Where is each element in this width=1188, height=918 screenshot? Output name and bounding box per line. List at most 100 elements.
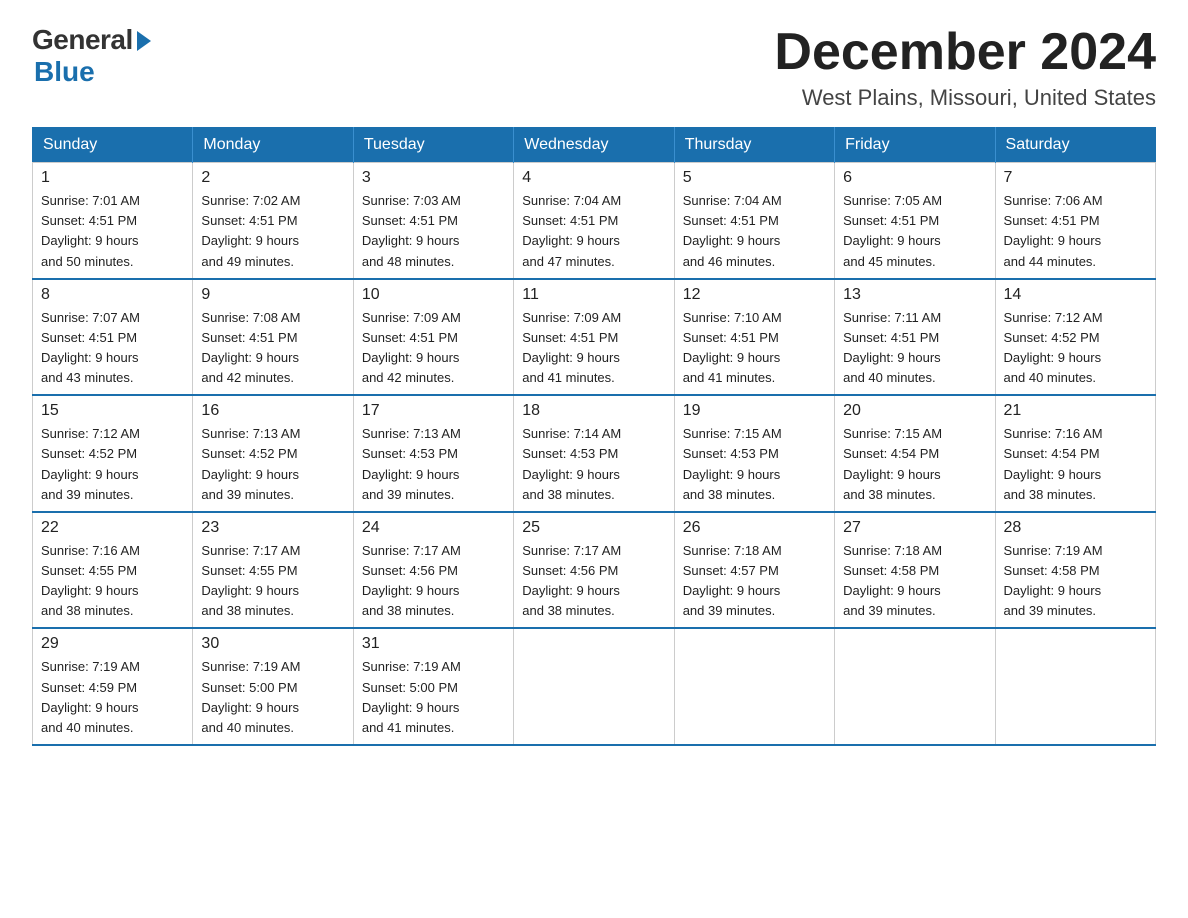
day-info: Sunrise: 7:17 AMSunset: 4:56 PMDaylight:… (522, 541, 665, 622)
day-number: 19 (683, 402, 826, 420)
calendar-cell: 18Sunrise: 7:14 AMSunset: 4:53 PMDayligh… (514, 395, 674, 512)
day-info: Sunrise: 7:12 AMSunset: 4:52 PMDaylight:… (1004, 308, 1147, 389)
day-info: Sunrise: 7:08 AMSunset: 4:51 PMDaylight:… (201, 308, 344, 389)
day-info: Sunrise: 7:16 AMSunset: 4:54 PMDaylight:… (1004, 424, 1147, 505)
day-number: 4 (522, 169, 665, 187)
calendar-cell: 25 Sunrise: 7:17 AMSunset: 4:56 PMDayligh… (514, 512, 674, 629)
calendar-week-row: 22Sunrise: 7:16 AMSunset: 4:55 PMDayligh… (33, 512, 1156, 629)
day-info: Sunrise: 7:13 AMSunset: 4:52 PMDaylight:… (201, 424, 344, 505)
day-number: 28 (1004, 519, 1147, 537)
weekday-header-friday: Friday (835, 128, 995, 163)
day-number: 10 (362, 286, 505, 304)
day-number: 27 (843, 519, 986, 537)
day-number: 16 (201, 402, 344, 420)
day-number: 18 (522, 402, 665, 420)
weekday-header-thursday: Thursday (674, 128, 834, 163)
day-info: Sunrise: 7:18 AMSunset: 4:57 PMDaylight:… (683, 541, 826, 622)
calendar-cell (514, 628, 674, 745)
calendar-week-row: 1 Sunrise: 7:01 AMSunset: 4:51 PMDaylight… (33, 163, 1156, 279)
day-info: Sunrise: 7:02 AMSunset: 4:51 PMDaylight:… (201, 191, 344, 272)
day-info: Sunrise: 7:11 AMSunset: 4:51 PMDaylight:… (843, 308, 986, 389)
day-info: Sunrise: 7:17 AMSunset: 4:55 PMDaylight:… (201, 541, 344, 622)
calendar-cell: 8 Sunrise: 7:07 AMSunset: 4:51 PMDaylight… (33, 279, 193, 396)
calendar-cell: 2 Sunrise: 7:02 AMSunset: 4:51 PMDaylight… (193, 163, 353, 279)
calendar-cell: 17Sunrise: 7:13 AMSunset: 4:53 PMDayligh… (353, 395, 513, 512)
calendar-cell: 5 Sunrise: 7:04 AMSunset: 4:51 PMDaylight… (674, 163, 834, 279)
day-number: 7 (1004, 169, 1147, 187)
weekday-header-tuesday: Tuesday (353, 128, 513, 163)
day-number: 26 (683, 519, 826, 537)
calendar-cell (995, 628, 1155, 745)
day-info: Sunrise: 7:09 AMSunset: 4:51 PMDaylight:… (522, 308, 665, 389)
page-header: General Blue December 2024 West Plains, … (32, 24, 1156, 111)
calendar-cell: 24 Sunrise: 7:17 AMSunset: 4:56 PMDayligh… (353, 512, 513, 629)
logo: General Blue (32, 24, 151, 88)
day-number: 13 (843, 286, 986, 304)
calendar-cell: 19 Sunrise: 7:15 AMSunset: 4:53 PMDayligh… (674, 395, 834, 512)
day-number: 21 (1004, 402, 1147, 420)
calendar-cell: 6Sunrise: 7:05 AMSunset: 4:51 PMDaylight… (835, 163, 995, 279)
day-number: 3 (362, 169, 505, 187)
day-number: 31 (362, 635, 505, 653)
day-number: 12 (683, 286, 826, 304)
day-number: 15 (41, 402, 184, 420)
day-number: 6 (843, 169, 986, 187)
day-info: Sunrise: 7:04 AMSunset: 4:51 PMDaylight:… (683, 191, 826, 272)
day-number: 25 (522, 519, 665, 537)
day-number: 30 (201, 635, 344, 653)
location-title: West Plains, Missouri, United States (774, 85, 1156, 111)
day-info: Sunrise: 7:12 AMSunset: 4:52 PMDaylight:… (41, 424, 184, 505)
title-block: December 2024 West Plains, Missouri, Uni… (774, 24, 1156, 111)
day-number: 1 (41, 169, 184, 187)
day-info: Sunrise: 7:03 AMSunset: 4:51 PMDaylight:… (362, 191, 505, 272)
day-info: Sunrise: 7:19 AMSunset: 4:58 PMDaylight:… (1004, 541, 1147, 622)
day-number: 9 (201, 286, 344, 304)
calendar-cell: 15 Sunrise: 7:12 AMSunset: 4:52 PMDayligh… (33, 395, 193, 512)
day-info: Sunrise: 7:18 AMSunset: 4:58 PMDaylight:… (843, 541, 986, 622)
weekday-header-saturday: Saturday (995, 128, 1155, 163)
calendar-cell (835, 628, 995, 745)
day-info: Sunrise: 7:04 AMSunset: 4:51 PMDaylight:… (522, 191, 665, 272)
day-number: 5 (683, 169, 826, 187)
calendar-cell: 28 Sunrise: 7:19 AMSunset: 4:58 PMDayligh… (995, 512, 1155, 629)
calendar-cell: 13 Sunrise: 7:11 AMSunset: 4:51 PMDayligh… (835, 279, 995, 396)
calendar-cell: 23 Sunrise: 7:17 AMSunset: 4:55 PMDayligh… (193, 512, 353, 629)
calendar-cell: 31 Sunrise: 7:19 AMSunset: 5:00 PMDayligh… (353, 628, 513, 745)
day-number: 29 (41, 635, 184, 653)
calendar-cell: 27 Sunrise: 7:18 AMSunset: 4:58 PMDayligh… (835, 512, 995, 629)
month-title: December 2024 (774, 24, 1156, 81)
day-info: Sunrise: 7:15 AMSunset: 4:53 PMDaylight:… (683, 424, 826, 505)
day-info: Sunrise: 7:01 AMSunset: 4:51 PMDaylight:… (41, 191, 184, 272)
day-number: 11 (522, 286, 665, 304)
calendar-table: SundayMondayTuesdayWednesdayThursdayFrid… (32, 127, 1156, 746)
calendar-cell: 9 Sunrise: 7:08 AMSunset: 4:51 PMDaylight… (193, 279, 353, 396)
calendar-cell: 20 Sunrise: 7:15 AMSunset: 4:54 PMDayligh… (835, 395, 995, 512)
day-info: Sunrise: 7:16 AMSunset: 4:55 PMDaylight:… (41, 541, 184, 622)
day-number: 14 (1004, 286, 1147, 304)
day-info: Sunrise: 7:19 AMSunset: 5:00 PMDaylight:… (362, 657, 505, 738)
calendar-cell: 29Sunrise: 7:19 AMSunset: 4:59 PMDayligh… (33, 628, 193, 745)
calendar-cell: 21 Sunrise: 7:16 AMSunset: 4:54 PMDayligh… (995, 395, 1155, 512)
calendar-cell: 1 Sunrise: 7:01 AMSunset: 4:51 PMDaylight… (33, 163, 193, 279)
weekday-header-monday: Monday (193, 128, 353, 163)
day-info: Sunrise: 7:15 AMSunset: 4:54 PMDaylight:… (843, 424, 986, 505)
calendar-week-row: 8 Sunrise: 7:07 AMSunset: 4:51 PMDaylight… (33, 279, 1156, 396)
calendar-week-row: 15 Sunrise: 7:12 AMSunset: 4:52 PMDayligh… (33, 395, 1156, 512)
calendar-cell: 30Sunrise: 7:19 AMSunset: 5:00 PMDayligh… (193, 628, 353, 745)
calendar-cell (674, 628, 834, 745)
day-number: 23 (201, 519, 344, 537)
calendar-cell: 4 Sunrise: 7:04 AMSunset: 4:51 PMDaylight… (514, 163, 674, 279)
weekday-header-row: SundayMondayTuesdayWednesdayThursdayFrid… (33, 128, 1156, 163)
day-info: Sunrise: 7:07 AMSunset: 4:51 PMDaylight:… (41, 308, 184, 389)
calendar-cell: 7 Sunrise: 7:06 AMSunset: 4:51 PMDaylight… (995, 163, 1155, 279)
day-number: 20 (843, 402, 986, 420)
day-info: Sunrise: 7:09 AMSunset: 4:51 PMDaylight:… (362, 308, 505, 389)
day-number: 8 (41, 286, 184, 304)
calendar-cell: 11 Sunrise: 7:09 AMSunset: 4:51 PMDayligh… (514, 279, 674, 396)
day-number: 24 (362, 519, 505, 537)
day-info: Sunrise: 7:06 AMSunset: 4:51 PMDaylight:… (1004, 191, 1147, 272)
calendar-cell: 12Sunrise: 7:10 AMSunset: 4:51 PMDayligh… (674, 279, 834, 396)
day-number: 2 (201, 169, 344, 187)
logo-arrow-icon (137, 31, 151, 51)
day-info: Sunrise: 7:17 AMSunset: 4:56 PMDaylight:… (362, 541, 505, 622)
